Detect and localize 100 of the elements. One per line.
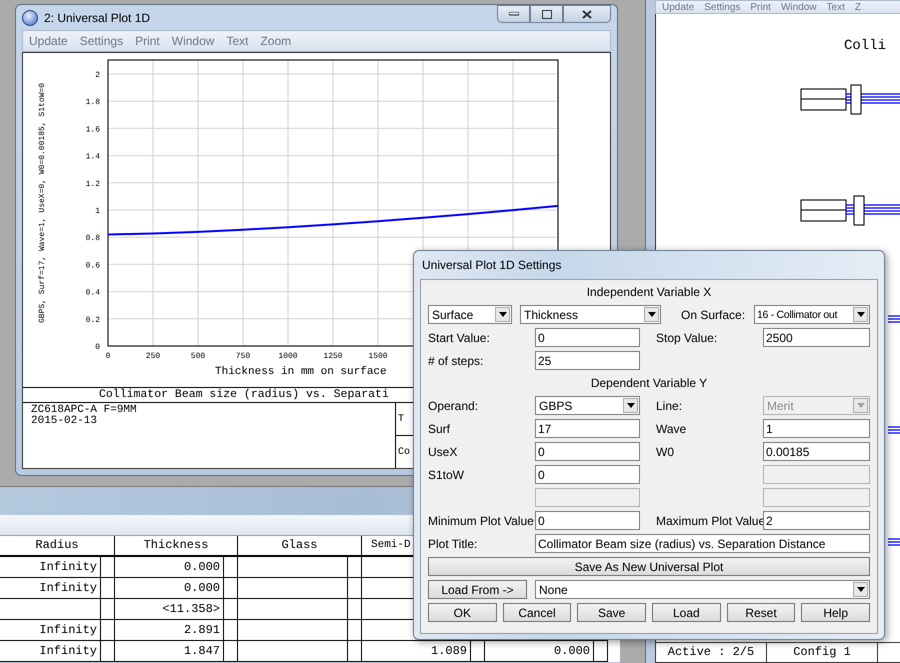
field-label: W0 <box>656 444 674 458</box>
maximize-button[interactable] <box>530 5 563 23</box>
dropdown[interactable]: Thickness <box>520 305 661 324</box>
caret-icon <box>856 312 864 317</box>
load-from-button[interactable]: Load From -> <box>428 580 527 599</box>
dialog-title: Universal Plot 1D Settings <box>421 257 562 274</box>
solve-cell <box>223 641 238 662</box>
dialog-button[interactable]: Save <box>577 603 646 622</box>
table-cell: 0.000 <box>115 557 223 578</box>
y-axis-label: GBPS, Surf=17, Wave=1, UseX=0, W0=0.00185, S1toW=0 <box>38 82 47 324</box>
info-cell-text: Co <box>398 446 410 458</box>
solve-cell <box>347 641 362 662</box>
column-header: Radius <box>0 536 115 557</box>
table-cell: 1.089 <box>362 641 470 662</box>
text-field[interactable]: 1 <box>763 419 870 438</box>
y-tick-label: 0.2 <box>86 316 100 325</box>
caret-icon <box>626 403 634 408</box>
text-field[interactable]: 2500 <box>763 328 870 347</box>
dialog-button[interactable]: OK <box>428 603 497 622</box>
caret-icon <box>856 587 864 592</box>
menu-item[interactable]: Window <box>172 34 214 48</box>
y-tick-label: 1.8 <box>86 98 100 108</box>
text-field[interactable]: 0 <box>535 465 640 484</box>
solve-cell <box>223 557 238 578</box>
solve-cell <box>223 599 238 620</box>
table-cell: Infinity <box>0 557 100 578</box>
field-label: Minimum Plot Value <box>428 514 534 528</box>
dropdown[interactable]: None <box>535 580 870 599</box>
text-field[interactable]: 0 <box>535 511 640 530</box>
text-field[interactable]: 17 <box>535 419 640 438</box>
column-header: Thickness <box>115 536 238 557</box>
close-icon <box>582 10 592 18</box>
table-cell: Infinity <box>0 620 100 641</box>
y-tick-label: 0.8 <box>86 234 100 244</box>
field-label: UseX <box>428 444 458 458</box>
dropdown[interactable]: 16 - Collimator out <box>754 305 870 324</box>
y-tick-label: 0 <box>95 343 100 352</box>
table-cell: <11.358> <box>115 599 223 620</box>
menu-item[interactable]: Z <box>854 2 861 12</box>
solve-cell <box>593 641 608 662</box>
x-tick-label: 750 <box>236 352 250 361</box>
menu-item[interactable]: Zoom <box>260 34 292 48</box>
table-cell: 0.000 <box>115 578 223 599</box>
menu-item[interactable]: Update <box>29 34 68 48</box>
dialog-button[interactable]: Cancel <box>502 603 572 622</box>
table-cell: Infinity <box>0 641 100 662</box>
y-tick-label: 2 <box>95 71 100 80</box>
close-button[interactable] <box>563 5 611 23</box>
column-header: Glass <box>238 536 362 557</box>
dropdown[interactable]: GBPS <box>535 396 640 415</box>
dialog-button[interactable]: Reset <box>726 603 796 622</box>
field-label: Operand: <box>428 398 478 412</box>
solve-cell <box>100 620 115 641</box>
section-heading: Independent Variable X <box>586 285 712 299</box>
table-cell: 0.000 <box>485 641 593 662</box>
app-icon <box>22 10 38 26</box>
field-label: # of steps: <box>428 354 484 368</box>
menu-item[interactable]: Update <box>662 2 694 12</box>
text-field[interactable]: Collimator Beam size (radius) vs. Separation Distance <box>535 534 870 553</box>
menu-item[interactable]: Window <box>780 2 817 12</box>
text-field[interactable]: 2 <box>763 511 870 530</box>
solve-cell <box>470 641 485 662</box>
status-cell: Config 1 <box>767 643 878 662</box>
text-field[interactable]: 0 <box>535 328 640 347</box>
field-label: Plot Title: <box>428 536 478 550</box>
solve-cell <box>100 578 115 599</box>
maximize-icon <box>542 10 552 18</box>
save-as-new-button[interactable]: Save As New Universal Plot <box>428 557 870 576</box>
menu-item[interactable]: Settings <box>704 2 740 12</box>
dialog-button[interactable]: Load <box>652 603 721 622</box>
x-tick-label: 1250 <box>323 352 343 361</box>
y-tick-label: 1.2 <box>86 180 100 189</box>
dropdown[interactable]: Surface <box>428 305 512 324</box>
caret-icon <box>856 403 864 408</box>
solve-cell <box>100 599 115 620</box>
table-cell: 2.891 <box>115 620 223 641</box>
menu-item[interactable]: Settings <box>80 34 124 48</box>
x-tick-label: 0 <box>106 352 110 361</box>
menu-item[interactable]: Text <box>226 34 248 48</box>
layout-title: Colli <box>844 38 886 54</box>
field-label: Stop Value: <box>656 330 718 344</box>
y-tick-label: 0.6 <box>86 261 100 270</box>
x-tick-label: 1500 <box>368 352 388 361</box>
table-cell: Infinity <box>0 578 100 599</box>
section-heading: Dependent Variable Y <box>590 376 708 390</box>
minimize-button[interactable] <box>497 5 530 23</box>
status-cell: Active : 2/5 <box>656 643 767 662</box>
x-axis-label: Thickness in mm on surface <box>215 366 387 378</box>
text-field[interactable]: 0 <box>535 442 640 461</box>
menu-item[interactable]: Print <box>750 2 771 12</box>
menu-item[interactable]: Text <box>826 2 845 12</box>
text-field[interactable]: 0.00185 <box>763 442 870 461</box>
text-field[interactable]: 25 <box>535 351 640 370</box>
solve-cell <box>223 620 238 641</box>
x-tick-label: 1000 <box>278 352 298 361</box>
window-title: 2: Universal Plot 1D <box>44 10 150 24</box>
menu-item[interactable]: Print <box>135 34 160 48</box>
ray-lines <box>887 315 900 323</box>
info-line: ZC618APC-A F=9MM <box>31 405 137 416</box>
dialog-button[interactable]: Help <box>801 603 870 622</box>
